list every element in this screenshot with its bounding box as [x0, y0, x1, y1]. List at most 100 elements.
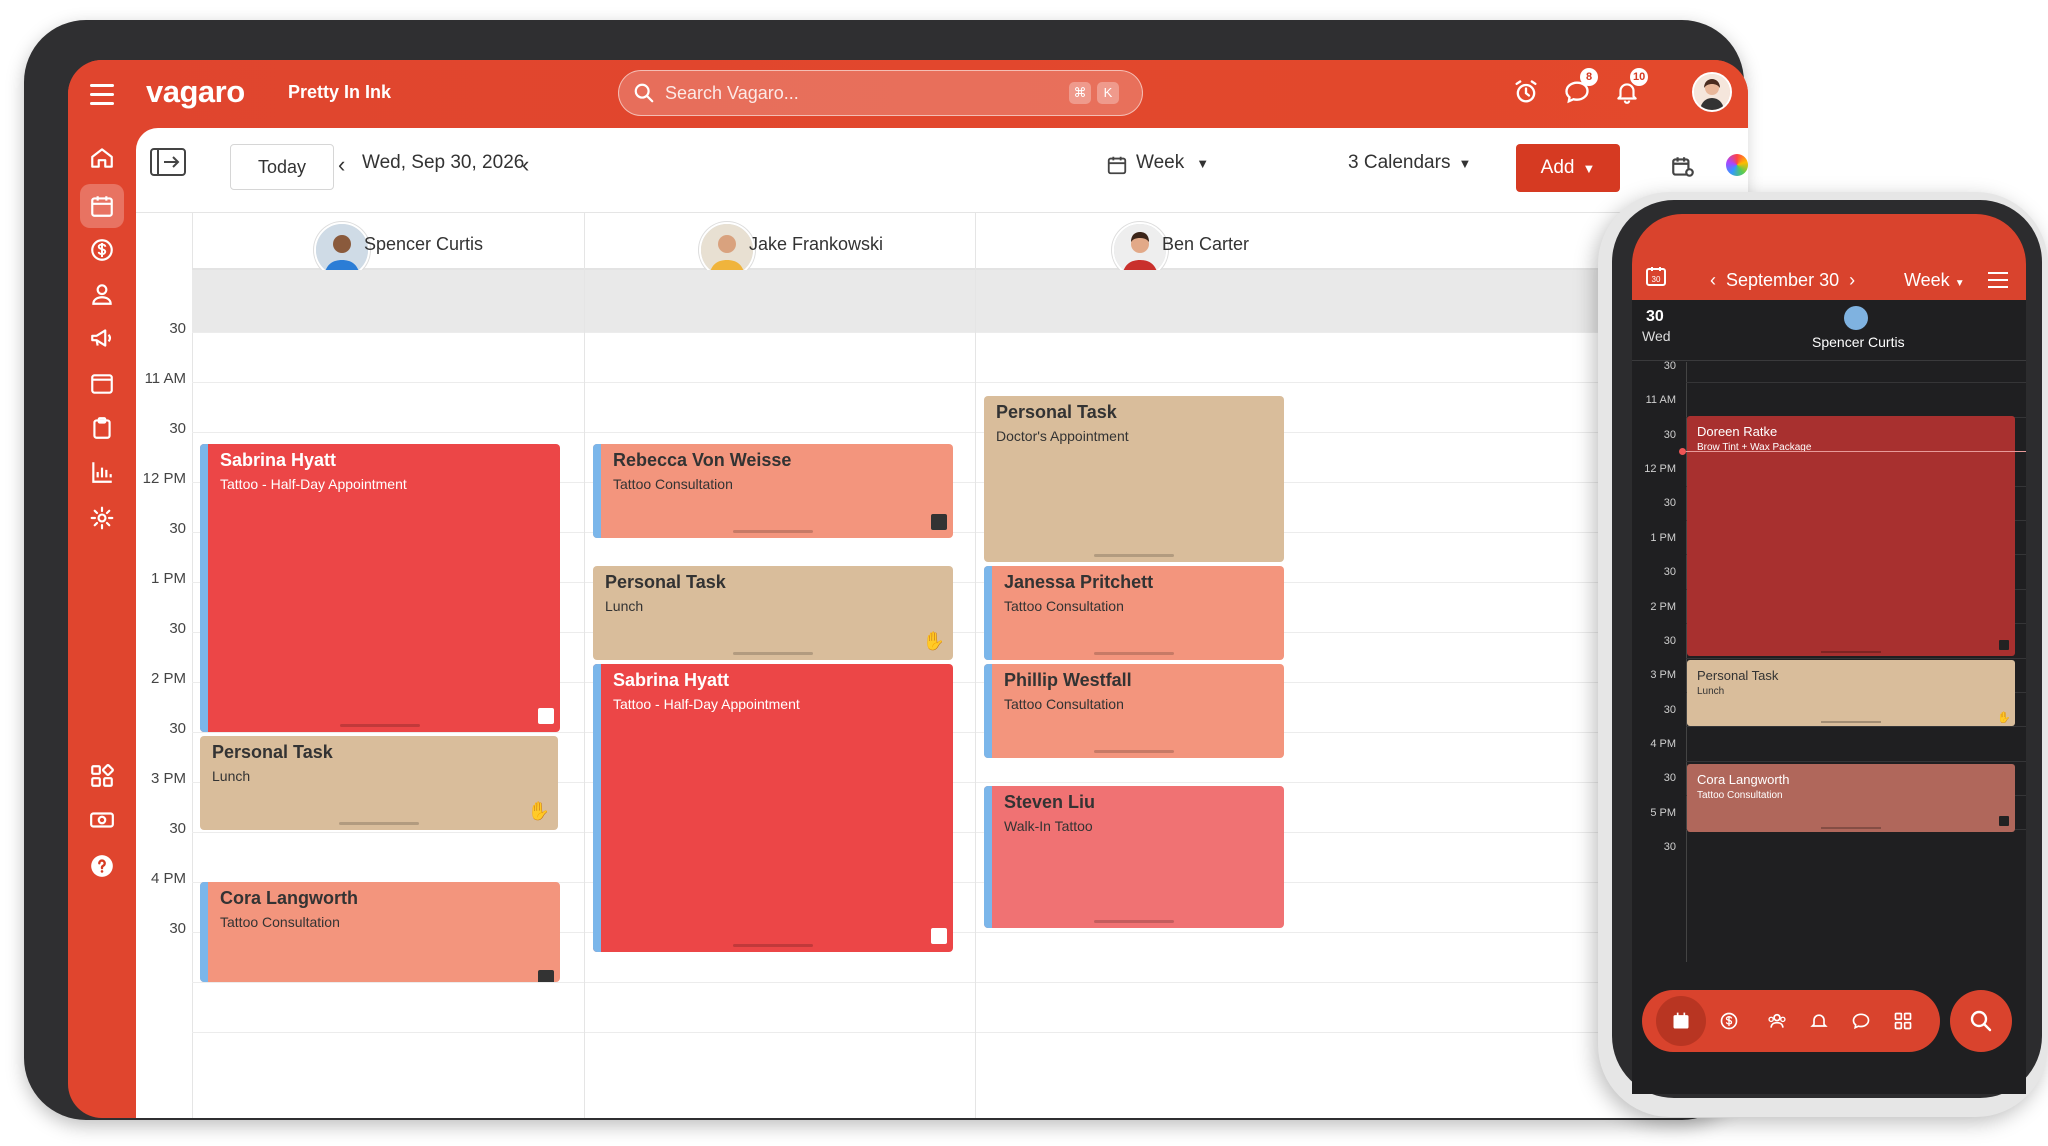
time-label: 30: [1663, 429, 1676, 441]
resize-handle[interactable]: [1821, 827, 1881, 829]
grid-line: [192, 732, 584, 733]
phone-view-select[interactable]: Week ▼: [1904, 270, 1965, 291]
calendars-select[interactable]: 3 Calendars ▼: [1348, 152, 1471, 174]
apps-icon[interactable]: [1888, 1006, 1918, 1036]
color-palette-icon[interactable]: [1726, 154, 1748, 176]
appointment-client: Personal Task: [212, 742, 333, 762]
top-bar: vagaro Pretty In Ink Search Vagaro... ⌘ …: [68, 60, 1748, 128]
messages-icon[interactable]: 8: [1562, 68, 1598, 111]
command-key: ⌘: [1069, 82, 1091, 104]
resize-handle[interactable]: [339, 822, 419, 825]
bell-icon[interactable]: 10: [1614, 68, 1649, 111]
calendar-content: Today ‹ Wed, Sep 30, 2026 ‹ Week ▼ 3 Cale…: [136, 128, 1748, 1118]
phone-appointment-card[interactable]: Doreen Ratke Brow Tint + Wax Package: [1687, 416, 2015, 656]
gear-icon[interactable]: [80, 496, 124, 540]
apps-icon[interactable]: [80, 754, 124, 798]
collapse-panel-icon[interactable]: [150, 148, 186, 176]
calendars-label: 3 Calendars: [1348, 152, 1451, 173]
hand-icon: ✋: [922, 631, 945, 651]
appointment-card[interactable]: Steven Liu Walk-In Tattoo: [984, 786, 1284, 928]
appointment-card[interactable]: Personal Task Lunch ✋: [200, 736, 558, 830]
user-icon[interactable]: [80, 272, 124, 316]
search-input[interactable]: Search Vagaro... ⌘ K: [618, 70, 1143, 116]
resize-handle[interactable]: [1821, 721, 1881, 723]
appointment-card[interactable]: Rebecca Von Weisse Tattoo Consultation: [593, 444, 953, 538]
resize-handle[interactable]: [1094, 920, 1174, 923]
phone-top-bar: 30 ‹ September 30 › Week ▼: [1632, 214, 2026, 300]
next-date-icon[interactable]: ‹: [522, 152, 529, 178]
clipboard-icon[interactable]: [80, 406, 124, 450]
help-icon[interactable]: [80, 844, 124, 888]
resize-handle[interactable]: [340, 724, 420, 727]
appointment-card[interactable]: Cora Langworth Tattoo Consultation: [200, 882, 560, 982]
prev-date-icon[interactable]: ‹: [338, 152, 345, 178]
appointment-card[interactable]: Sabrina Hyatt Tattoo - Half-Day Appointm…: [593, 664, 953, 952]
business-name[interactable]: Pretty In Ink: [288, 82, 391, 103]
phone-appointment-card[interactable]: Cora Langworth Tattoo Consultation: [1687, 764, 2015, 832]
home-icon[interactable]: [80, 136, 124, 180]
calendar-icon[interactable]: 30: [1644, 264, 1668, 293]
resize-handle[interactable]: [733, 944, 813, 947]
staff-header[interactable]: Spencer Curtis: [192, 212, 584, 278]
resize-handle[interactable]: [1094, 554, 1174, 557]
resize-handle[interactable]: [1821, 651, 1881, 653]
alarm-icon[interactable]: [1512, 78, 1540, 111]
messages-badge: 8: [1580, 68, 1598, 86]
note-icon: [538, 708, 554, 724]
staff-name: Spencer Curtis: [364, 234, 484, 254]
chevron-right-icon[interactable]: ›: [1849, 270, 1855, 290]
note-icon: [931, 928, 947, 944]
time-label: 1 PM: [150, 570, 186, 587]
dollar-icon[interactable]: [1714, 1006, 1744, 1036]
appointment-card[interactable]: Phillip Westfall Tattoo Consultation: [984, 664, 1284, 758]
phone-date-nav[interactable]: ‹ September 30 ›: [1710, 270, 1855, 291]
user-avatar[interactable]: [1692, 72, 1732, 112]
time-label: 30: [1663, 566, 1676, 578]
resize-handle[interactable]: [1094, 750, 1174, 753]
time-label: 30: [1663, 360, 1676, 372]
appointment-card[interactable]: Personal Task Doctor's Appointment: [984, 396, 1284, 562]
grid-line: [192, 332, 584, 333]
appointment-card[interactable]: Sabrina Hyatt Tattoo - Half-Day Appointm…: [200, 444, 560, 732]
view-label: Week: [1136, 152, 1185, 173]
time-label: 2 PM: [150, 670, 186, 687]
appointment-service: Tattoo Consultation: [613, 476, 733, 492]
chat-icon[interactable]: [1846, 1006, 1876, 1036]
view-select[interactable]: Week ▼: [1136, 152, 1209, 174]
time-label: 4 PM: [150, 870, 186, 887]
today-button[interactable]: Today: [230, 144, 334, 190]
calendar-icon[interactable]: [1666, 1006, 1696, 1036]
money-icon[interactable]: [80, 798, 124, 842]
megaphone-icon[interactable]: [80, 316, 124, 360]
menu-icon[interactable]: [90, 84, 114, 105]
appointment-card[interactable]: Personal Task Lunch ✋: [593, 566, 953, 660]
resize-handle[interactable]: [733, 652, 813, 655]
grid-line: [192, 432, 584, 433]
app-logo[interactable]: vagaro: [146, 74, 245, 110]
notifications-badge: 10: [1630, 68, 1649, 86]
clients-icon[interactable]: [1762, 1006, 1792, 1036]
grid-line: [585, 332, 975, 333]
dollar-icon[interactable]: [80, 228, 124, 272]
chart-icon[interactable]: [80, 450, 124, 494]
bell-icon[interactable]: [1804, 1006, 1834, 1036]
resize-handle[interactable]: [1094, 652, 1174, 655]
chevron-left-icon[interactable]: ‹: [1710, 270, 1716, 290]
resize-handle[interactable]: [733, 530, 813, 533]
phone-body: 30 ‹ September 30 › Week ▼ 30 Wed Spence…: [1612, 200, 2042, 1098]
appointment-service: Lunch: [212, 768, 251, 784]
time-label: 12 PM: [142, 470, 186, 487]
calendar-icon[interactable]: [80, 184, 124, 228]
search-icon[interactable]: [1950, 990, 2012, 1052]
current-date[interactable]: Wed, Sep 30, 2026: [362, 152, 524, 174]
calendar-settings-icon[interactable]: [1670, 154, 1696, 185]
browser-icon[interactable]: [80, 362, 124, 406]
staff-header[interactable]: Jake Frankowski: [585, 212, 975, 278]
phone-appointment-card[interactable]: Personal Task Lunch ✋: [1687, 660, 2015, 726]
add-button[interactable]: Add ▼: [1516, 144, 1620, 192]
grid-line: [192, 982, 584, 983]
time-label: 30: [1663, 635, 1676, 647]
menu-icon[interactable]: [1988, 272, 2008, 293]
chevron-down-icon: ▼: [1196, 156, 1210, 171]
appointment-card[interactable]: Janessa Pritchett Tattoo Consultation: [984, 566, 1284, 660]
